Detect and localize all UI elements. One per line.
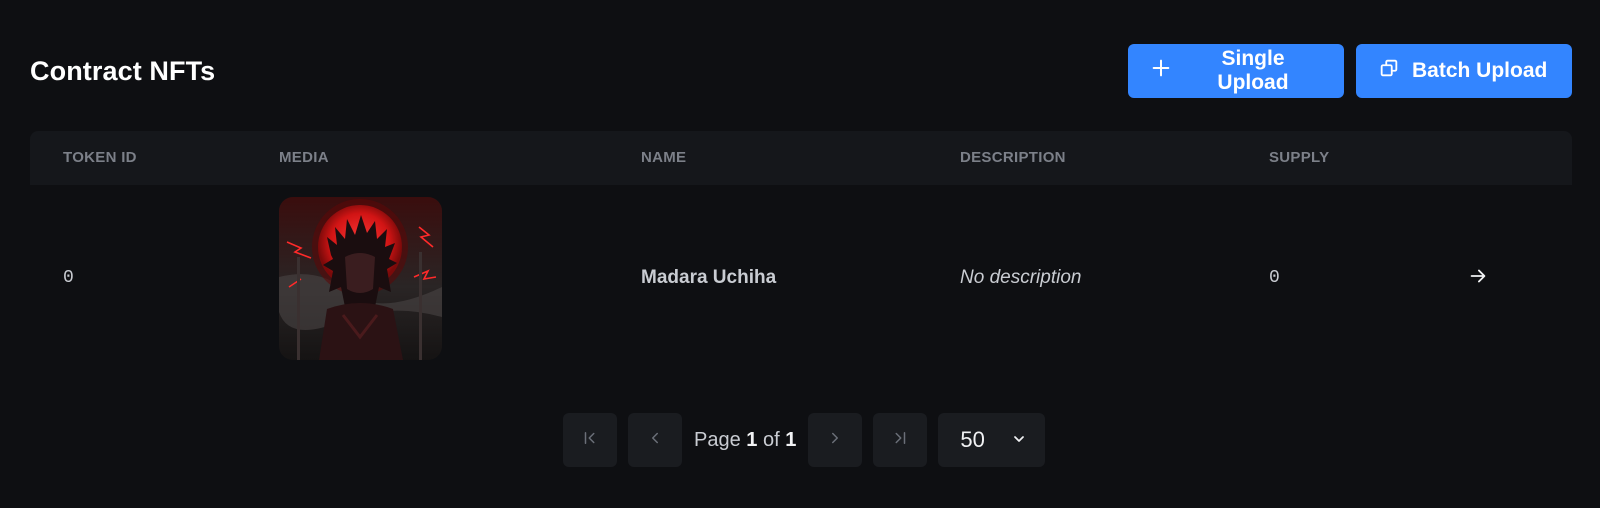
table-row[interactable]: 0 Madara Uchiha No description 0 [30, 185, 1572, 371]
column-header-description: DESCRIPTION [960, 149, 1066, 166]
plus-icon [1150, 57, 1172, 85]
first-page-button[interactable] [563, 413, 617, 467]
single-upload-button[interactable]: Single Upload [1128, 44, 1344, 98]
prev-page-icon [646, 429, 664, 452]
prev-page-button[interactable] [628, 413, 682, 467]
header-actions: Single Upload Batch Upload [1128, 44, 1572, 98]
page-size-select[interactable]: 50 [938, 413, 1046, 467]
page-header: Contract NFTs Single Upload Batch Upload [30, 44, 1572, 98]
last-page-icon [891, 429, 909, 452]
next-page-button[interactable] [808, 413, 863, 467]
total-pages: 1 [785, 428, 797, 451]
batch-upload-label: Batch Upload [1412, 59, 1548, 82]
copy-icon [1378, 57, 1400, 85]
page-title: Contract NFTs [30, 55, 216, 86]
arrow-right-icon[interactable] [1467, 265, 1489, 292]
name-cell: Madara Uchiha [641, 267, 777, 288]
supply-cell: 0 [1269, 268, 1280, 288]
page-size-value: 50 [960, 427, 985, 452]
pagination: Page 1 of 1 50 [563, 413, 1046, 467]
chevron-down-icon [1011, 427, 1027, 453]
column-header-media: MEDIA [279, 149, 329, 166]
first-page-icon [581, 429, 599, 452]
batch-upload-button[interactable]: Batch Upload [1356, 44, 1572, 98]
nft-media-image [279, 196, 442, 360]
column-header-name: NAME [641, 149, 687, 166]
token-id-cell: 0 [63, 268, 74, 288]
page-prefix: Page [694, 428, 741, 451]
table-header: TOKEN ID MEDIA NAME DESCRIPTION SUPPLY [30, 131, 1572, 185]
current-page: 1 [746, 428, 758, 451]
single-upload-label: Single Upload [1217, 47, 1289, 94]
row-open-link[interactable] [1467, 185, 1489, 371]
description-cell: No description [960, 267, 1082, 288]
media-cell [279, 185, 442, 371]
page-of-label: of [762, 428, 780, 451]
column-header-token-id: TOKEN ID [63, 149, 137, 166]
column-header-supply: SUPPLY [1269, 149, 1330, 166]
nft-table: TOKEN ID MEDIA NAME DESCRIPTION SUPPLY 0 [30, 131, 1572, 371]
next-page-icon [826, 429, 844, 452]
last-page-button[interactable] [873, 413, 928, 467]
page-indicator: Page 1 of 1 [694, 429, 796, 452]
